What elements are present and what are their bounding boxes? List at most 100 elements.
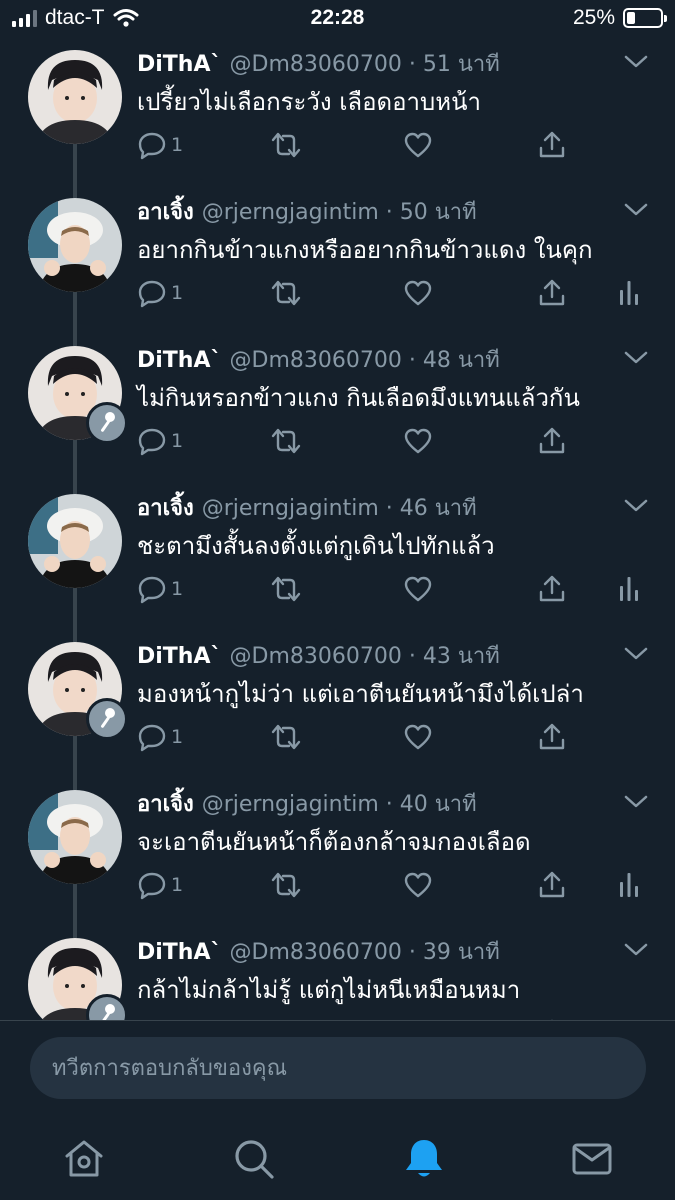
- arjerng-avatar[interactable]: [28, 790, 122, 884]
- reply-icon: [138, 132, 166, 160]
- reply-count: 1: [171, 726, 184, 748]
- display-name[interactable]: อาเจิ้ง: [137, 200, 194, 225]
- retweet-button[interactable]: [269, 572, 303, 606]
- arjerng-avatar[interactable]: [28, 494, 122, 588]
- handle-and-time: @Dm83060700 · 48 นาที: [229, 348, 500, 373]
- chevron-down-icon[interactable]: [623, 498, 649, 514]
- reply-thread[interactable]: DiThA` @Dm83060700 · 51 นาที เปรี้ยวไม่เล…: [0, 38, 675, 1020]
- retweet-button[interactable]: [269, 128, 303, 162]
- battery-percent: 25%: [572, 6, 615, 29]
- like-button[interactable]: [403, 720, 433, 754]
- tweet[interactable]: อาเจิ้ง @rjerngjagintim · 40 นาที จะเอาตี…: [0, 778, 675, 926]
- display-name[interactable]: DiThA`: [137, 348, 222, 373]
- status-right: 25%: [572, 6, 667, 30]
- analytics-button[interactable]: [617, 276, 641, 310]
- tweet-text: กล้าไม่กล้าไม่รู้ แต่กูไม่หนีเหมือนหมา: [137, 976, 521, 1004]
- share-button[interactable]: [537, 276, 567, 310]
- tweet-header: DiThA` @Dm83060700 · 43 นาที: [137, 638, 615, 673]
- tweet[interactable]: DiThA` @Dm83060700 · 43 นาที มองหน้ากูไม่…: [0, 630, 675, 778]
- heart-icon: [404, 428, 432, 454]
- chevron-down-icon[interactable]: [623, 646, 649, 662]
- reply-button[interactable]: 1: [137, 572, 183, 606]
- retweet-button[interactable]: [269, 868, 303, 902]
- battery-icon: [623, 8, 667, 28]
- tweet-header: อาเจิ้ง @rjerngjagintim · 46 นาที: [137, 490, 615, 525]
- display-name[interactable]: อาเจิ้ง: [137, 792, 194, 817]
- messages-icon: [572, 1143, 612, 1175]
- retweet-icon: [271, 280, 301, 306]
- share-button[interactable]: [537, 572, 567, 606]
- retweet-icon: [271, 132, 301, 158]
- share-button[interactable]: [537, 128, 567, 162]
- tweet[interactable]: DiThA` @Dm83060700 · 48 นาที ไม่กินหรอกข้…: [0, 334, 675, 482]
- tweet-header: อาเจิ้ง @rjerngjagintim · 50 นาที: [137, 194, 615, 229]
- display-name[interactable]: DiThA`: [137, 940, 222, 965]
- like-button[interactable]: [403, 128, 433, 162]
- search-icon: [235, 1140, 274, 1179]
- share-button[interactable]: [537, 424, 567, 458]
- chevron-down-icon[interactable]: [623, 942, 649, 958]
- tweet-actions: 1: [137, 572, 647, 606]
- tweet-actions: 1: [137, 720, 647, 754]
- reply-button[interactable]: 1: [137, 128, 183, 162]
- tweet-actions: 1: [137, 128, 647, 162]
- reply-button[interactable]: 1: [137, 276, 183, 310]
- tweet[interactable]: อาเจิ้ง @rjerngjagintim · 46 นาที ชะตามึง…: [0, 482, 675, 630]
- share-button[interactable]: [537, 868, 567, 902]
- retweet-icon: [271, 872, 301, 898]
- reply-icon: [138, 872, 166, 900]
- reply-composer: [0, 1020, 675, 1116]
- analytics-icon: [620, 281, 638, 305]
- chevron-down-icon[interactable]: [623, 202, 649, 218]
- like-button[interactable]: [403, 276, 433, 310]
- heart-icon: [404, 724, 432, 750]
- retweet-button[interactable]: [269, 276, 303, 310]
- chevron-down-icon[interactable]: [623, 54, 649, 70]
- retweet-button[interactable]: [269, 720, 303, 754]
- chevron-down-icon[interactable]: [623, 794, 649, 810]
- tweet-header: อาเจิ้ง @rjerngjagintim · 40 นาที: [137, 786, 615, 821]
- reply-count: 1: [171, 430, 184, 452]
- display-name[interactable]: อาเจิ้ง: [137, 496, 194, 521]
- tab-home[interactable]: [60, 1135, 108, 1183]
- tweet[interactable]: DiThA` @Dm83060700 · 51 นาที เปรี้ยวไม่เล…: [0, 38, 675, 186]
- share-button[interactable]: [537, 720, 567, 754]
- chevron-down-icon[interactable]: [623, 350, 649, 366]
- reply-button[interactable]: 1: [137, 424, 183, 458]
- reply-icon: [138, 428, 166, 456]
- display-name[interactable]: DiThA`: [137, 644, 222, 669]
- analytics-icon: [620, 577, 638, 601]
- tweet[interactable]: DiThA` @Dm83060700 · 39 นาที กล้าไม่กล้าไ…: [0, 926, 675, 1020]
- analytics-button[interactable]: [617, 572, 641, 606]
- tab-notifications[interactable]: [400, 1135, 448, 1183]
- analytics-button[interactable]: [617, 868, 641, 902]
- heart-icon: [404, 132, 432, 158]
- arjerng-avatar[interactable]: [28, 198, 122, 292]
- reply-button[interactable]: 1: [137, 868, 183, 902]
- tab-search[interactable]: [230, 1135, 278, 1183]
- reply-input[interactable]: [30, 1037, 646, 1099]
- tweet-actions: 1: [137, 424, 647, 458]
- handle-and-time: @Dm83060700 · 43 นาที: [229, 644, 500, 669]
- reply-icon: [138, 576, 166, 604]
- tweet-header: DiThA` @Dm83060700 · 51 นาที: [137, 46, 615, 81]
- tab-messages[interactable]: [568, 1135, 616, 1183]
- dithA-avatar[interactable]: [28, 50, 122, 144]
- home-icon: [65, 1140, 103, 1177]
- heart-icon: [404, 872, 432, 898]
- reply-button[interactable]: 1: [137, 720, 183, 754]
- share-icon: [539, 575, 565, 602]
- like-button[interactable]: [403, 424, 433, 458]
- tweet-text: อยากกินข้าวแกงหรืออยากกินข้าวแดง ในคุก: [137, 236, 593, 264]
- display-name[interactable]: DiThA`: [137, 52, 222, 77]
- like-button[interactable]: [403, 572, 433, 606]
- reply-count: 1: [171, 134, 184, 156]
- tweet-text: จะเอาตีนยันหน้าก็ต้องกล้าจมกองเลือด: [137, 828, 531, 856]
- tweet[interactable]: อาเจิ้ง @rjerngjagintim · 50 นาที อยากกิน…: [0, 186, 675, 334]
- tweet-text: ชะตามึงสั้นลงตั้งแต่กูเดินไปทักแล้ว: [137, 532, 495, 560]
- retweet-button[interactable]: [269, 424, 303, 458]
- tweet-header: DiThA` @Dm83060700 · 48 นาที: [137, 342, 615, 377]
- retweet-icon: [271, 724, 301, 750]
- battery-fill: [627, 12, 635, 24]
- like-button[interactable]: [403, 868, 433, 902]
